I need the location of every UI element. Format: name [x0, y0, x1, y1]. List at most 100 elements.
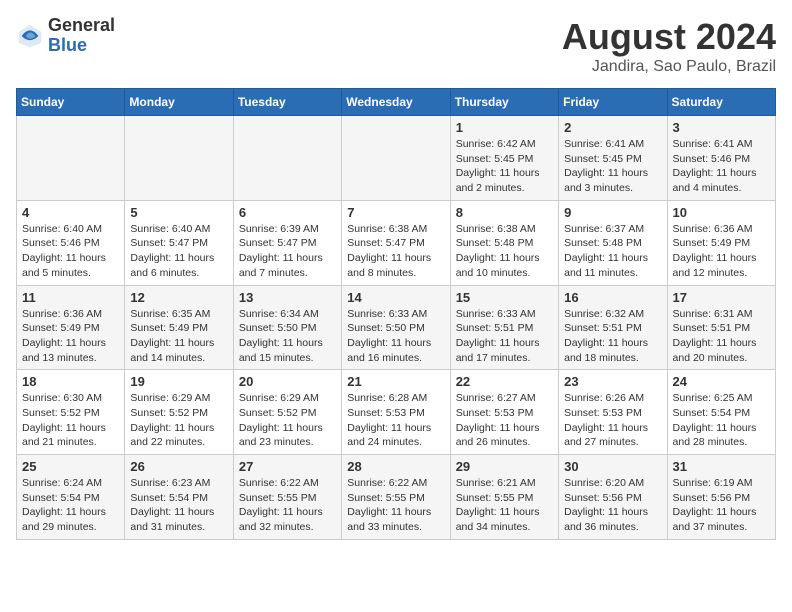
day-info: Sunrise: 6:31 AM Sunset: 5:51 PM Dayligh… [673, 307, 770, 366]
day-number: 31 [673, 459, 770, 474]
day-info: Sunrise: 6:37 AM Sunset: 5:48 PM Dayligh… [564, 222, 661, 281]
day-info: Sunrise: 6:36 AM Sunset: 5:49 PM Dayligh… [673, 222, 770, 281]
day-number: 29 [456, 459, 553, 474]
day-info: Sunrise: 6:25 AM Sunset: 5:54 PM Dayligh… [673, 391, 770, 450]
calendar-cell: 17Sunrise: 6:31 AM Sunset: 5:51 PM Dayli… [667, 285, 775, 370]
day-number: 18 [22, 374, 119, 389]
calendar-header: SundayMondayTuesdayWednesdayThursdayFrid… [17, 89, 776, 116]
calendar-week-row: 25Sunrise: 6:24 AM Sunset: 5:54 PM Dayli… [17, 455, 776, 540]
day-number: 24 [673, 374, 770, 389]
day-number: 14 [347, 290, 444, 305]
day-number: 22 [456, 374, 553, 389]
day-info: Sunrise: 6:19 AM Sunset: 5:56 PM Dayligh… [673, 476, 770, 535]
day-number: 19 [130, 374, 227, 389]
weekday-header-row: SundayMondayTuesdayWednesdayThursdayFrid… [17, 89, 776, 116]
calendar-week-row: 11 Sunrise: 6:36 AM Sunset: 5:49 PM Dayli… [17, 285, 776, 370]
calendar-table: SundayMondayTuesdayWednesdayThursdayFrid… [16, 88, 776, 540]
day-info: Sunrise: 6:20 AM Sunset: 5:56 PM Dayligh… [564, 476, 661, 535]
day-info: Sunrise: 6:34 AM Sunset: 5:50 PM Dayligh… [239, 307, 336, 366]
day-info: Sunrise: 6:22 AM Sunset: 5:55 PM Dayligh… [239, 476, 336, 535]
calendar-cell: 18 Sunrise: 6:30 AM Sunset: 5:52 PM Dayli… [17, 370, 125, 455]
day-info: Sunrise: 6:41 AM Sunset: 5:46 PM Dayligh… [673, 137, 770, 196]
calendar-cell: 19Sunrise: 6:29 AM Sunset: 5:52 PM Dayli… [125, 370, 233, 455]
calendar-subtitle: Jandira, Sao Paulo, Brazil [562, 58, 776, 76]
weekday-header-friday: Friday [559, 89, 667, 116]
calendar-week-row: 1Sunrise: 6:42 AM Sunset: 5:45 PM Daylig… [17, 116, 776, 201]
calendar-cell: 30Sunrise: 6:20 AM Sunset: 5:56 PM Dayli… [559, 455, 667, 540]
day-number: 12 [130, 290, 227, 305]
weekday-header-wednesday: Wednesday [342, 89, 450, 116]
weekday-header-thursday: Thursday [450, 89, 558, 116]
day-info: Sunrise: 6:22 AM Sunset: 5:55 PM Dayligh… [347, 476, 444, 535]
day-info: Sunrise: 6:27 AM Sunset: 5:53 PM Dayligh… [456, 391, 553, 450]
day-number: 10 [673, 205, 770, 220]
page-header: General Blue August 2024 Jandira, Sao Pa… [16, 16, 776, 76]
calendar-cell: 28 Sunrise: 6:22 AM Sunset: 5:55 PM Dayli… [342, 455, 450, 540]
calendar-cell: 3 Sunrise: 6:41 AM Sunset: 5:46 PM Daylig… [667, 116, 775, 201]
calendar-cell: 1Sunrise: 6:42 AM Sunset: 5:45 PM Daylig… [450, 116, 558, 201]
day-info: Sunrise: 6:38 AM Sunset: 5:47 PM Dayligh… [347, 222, 444, 281]
calendar-cell: 2Sunrise: 6:41 AM Sunset: 5:45 PM Daylig… [559, 116, 667, 201]
day-number: 20 [239, 374, 336, 389]
day-info: Sunrise: 6:39 AM Sunset: 5:47 PM Dayligh… [239, 222, 336, 281]
day-number: 11 [22, 290, 119, 305]
calendar-cell: 7 Sunrise: 6:38 AM Sunset: 5:47 PM Daylig… [342, 200, 450, 285]
calendar-cell: 23Sunrise: 6:26 AM Sunset: 5:53 PM Dayli… [559, 370, 667, 455]
day-number: 4 [22, 205, 119, 220]
calendar-cell: 11 Sunrise: 6:36 AM Sunset: 5:49 PM Dayli… [17, 285, 125, 370]
day-number: 16 [564, 290, 661, 305]
day-info: Sunrise: 6:29 AM Sunset: 5:52 PM Dayligh… [239, 391, 336, 450]
calendar-cell: 21 Sunrise: 6:28 AM Sunset: 5:53 PM Dayli… [342, 370, 450, 455]
logo-text: General Blue [48, 16, 115, 56]
day-info: Sunrise: 6:30 AM Sunset: 5:52 PM Dayligh… [22, 391, 119, 450]
day-number: 21 [347, 374, 444, 389]
day-info: Sunrise: 6:23 AM Sunset: 5:54 PM Dayligh… [130, 476, 227, 535]
calendar-cell: 5 Sunrise: 6:40 AM Sunset: 5:47 PM Daylig… [125, 200, 233, 285]
calendar-cell: 29Sunrise: 6:21 AM Sunset: 5:55 PM Dayli… [450, 455, 558, 540]
logo-blue-text: Blue [48, 36, 115, 56]
day-info: Sunrise: 6:28 AM Sunset: 5:53 PM Dayligh… [347, 391, 444, 450]
calendar-cell: 9 Sunrise: 6:37 AM Sunset: 5:48 PM Daylig… [559, 200, 667, 285]
day-number: 26 [130, 459, 227, 474]
day-info: Sunrise: 6:32 AM Sunset: 5:51 PM Dayligh… [564, 307, 661, 366]
day-number: 9 [564, 205, 661, 220]
title-block: August 2024 Jandira, Sao Paulo, Brazil [562, 16, 776, 76]
calendar-cell [342, 116, 450, 201]
day-number: 5 [130, 205, 227, 220]
calendar-cell [233, 116, 341, 201]
calendar-cell [17, 116, 125, 201]
calendar-title: August 2024 [562, 16, 776, 58]
logo-icon [16, 22, 44, 50]
calendar-cell: 14 Sunrise: 6:33 AM Sunset: 5:50 PM Dayli… [342, 285, 450, 370]
calendar-cell [125, 116, 233, 201]
day-info: Sunrise: 6:33 AM Sunset: 5:50 PM Dayligh… [347, 307, 444, 366]
calendar-cell: 27Sunrise: 6:22 AM Sunset: 5:55 PM Dayli… [233, 455, 341, 540]
weekday-header-sunday: Sunday [17, 89, 125, 116]
weekday-header-monday: Monday [125, 89, 233, 116]
day-number: 1 [456, 120, 553, 135]
calendar-cell: 26 Sunrise: 6:23 AM Sunset: 5:54 PM Dayli… [125, 455, 233, 540]
calendar-cell: 24 Sunrise: 6:25 AM Sunset: 5:54 PM Dayli… [667, 370, 775, 455]
calendar-cell: 22 Sunrise: 6:27 AM Sunset: 5:53 PM Dayli… [450, 370, 558, 455]
day-info: Sunrise: 6:40 AM Sunset: 5:47 PM Dayligh… [130, 222, 227, 281]
day-number: 13 [239, 290, 336, 305]
calendar-cell: 25Sunrise: 6:24 AM Sunset: 5:54 PM Dayli… [17, 455, 125, 540]
weekday-header-tuesday: Tuesday [233, 89, 341, 116]
day-info: Sunrise: 6:26 AM Sunset: 5:53 PM Dayligh… [564, 391, 661, 450]
day-number: 3 [673, 120, 770, 135]
calendar-cell: 12Sunrise: 6:35 AM Sunset: 5:49 PM Dayli… [125, 285, 233, 370]
calendar-cell: 10 Sunrise: 6:36 AM Sunset: 5:49 PM Dayli… [667, 200, 775, 285]
calendar-cell: 4 Sunrise: 6:40 AM Sunset: 5:46 PM Daylig… [17, 200, 125, 285]
calendar-cell: 15Sunrise: 6:33 AM Sunset: 5:51 PM Dayli… [450, 285, 558, 370]
day-number: 2 [564, 120, 661, 135]
day-info: Sunrise: 6:38 AM Sunset: 5:48 PM Dayligh… [456, 222, 553, 281]
day-number: 25 [22, 459, 119, 474]
calendar-cell: 6Sunrise: 6:39 AM Sunset: 5:47 PM Daylig… [233, 200, 341, 285]
day-number: 7 [347, 205, 444, 220]
logo-general-text: General [48, 16, 115, 36]
day-info: Sunrise: 6:40 AM Sunset: 5:46 PM Dayligh… [22, 222, 119, 281]
day-number: 28 [347, 459, 444, 474]
day-info: Sunrise: 6:36 AM Sunset: 5:49 PM Dayligh… [22, 307, 119, 366]
calendar-body: 1Sunrise: 6:42 AM Sunset: 5:45 PM Daylig… [17, 116, 776, 540]
calendar-cell: 8Sunrise: 6:38 AM Sunset: 5:48 PM Daylig… [450, 200, 558, 285]
